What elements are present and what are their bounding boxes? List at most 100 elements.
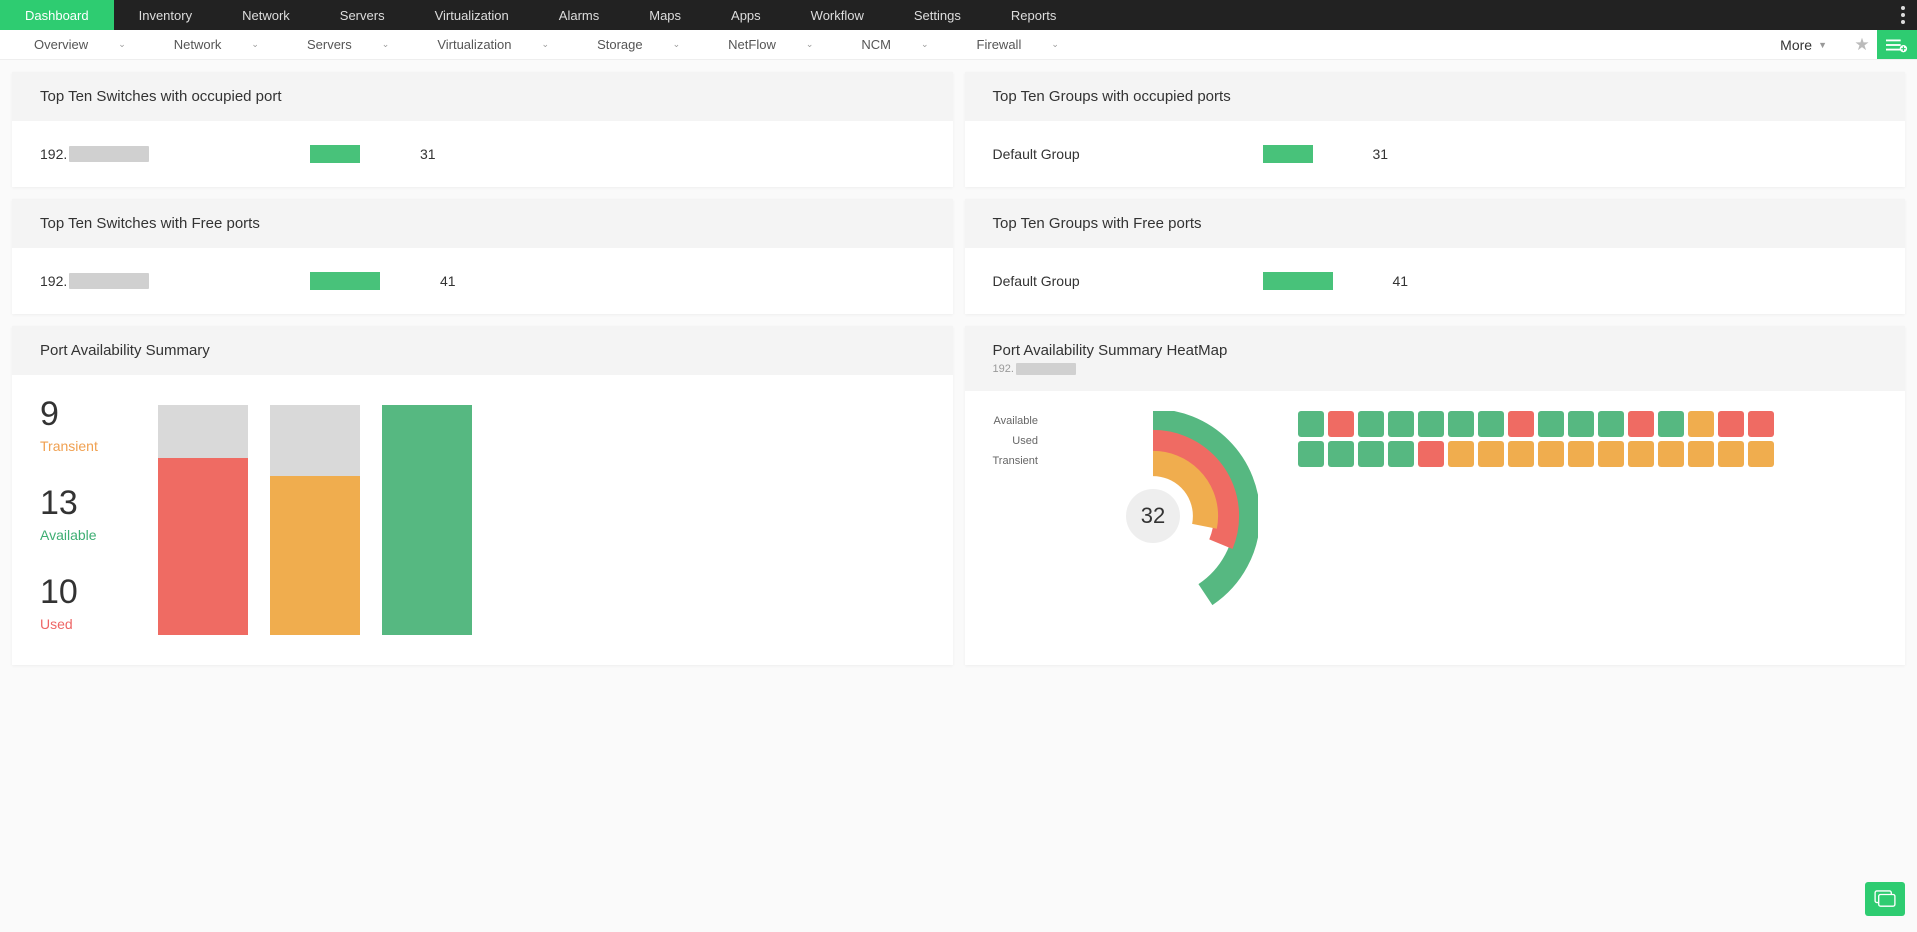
panel-title: Port Availability Summary HeatMap <box>993 342 1228 359</box>
subnav-tab-ncm[interactable]: NCM⌄ <box>837 30 952 59</box>
kebab-menu-icon[interactable] <box>1889 0 1917 30</box>
port-summary-bar-chart <box>158 405 472 635</box>
panel-title: Top Ten Switches with occupied port <box>12 72 953 121</box>
chevron-down-icon: ⌄ <box>382 39 390 50</box>
heatmap-cell[interactable] <box>1298 411 1324 437</box>
subnav-more-label: More <box>1780 37 1812 53</box>
bar-row[interactable]: 192. 41 <box>40 272 925 290</box>
bar-row[interactable]: 192. 31 <box>40 145 925 163</box>
panel-title: Top Ten Groups with Free ports <box>965 199 1906 248</box>
heatmap-cell[interactable] <box>1538 411 1564 437</box>
panel-switches-free: Top Ten Switches with Free ports 192. 41 <box>12 199 953 314</box>
row-value: 41 <box>440 273 456 289</box>
top-nav: DashboardInventoryNetworkServersVirtuali… <box>0 0 1917 30</box>
topnav-tab-maps[interactable]: Maps <box>624 0 706 30</box>
port-stats: 9 Transient 13 Available 10 Used <box>40 395 98 632</box>
chevron-down-icon: ⌄ <box>1051 39 1059 50</box>
row-bar <box>310 145 360 163</box>
heatmap-cell[interactable] <box>1478 441 1504 467</box>
heatmap-cell[interactable] <box>1388 411 1414 437</box>
row-bar <box>1263 272 1333 290</box>
topnav-tab-workflow[interactable]: Workflow <box>786 0 889 30</box>
heatmap-cell[interactable] <box>1568 441 1594 467</box>
chevron-down-icon: ⌄ <box>542 39 550 50</box>
row-label: Default Group <box>993 146 1223 162</box>
heatmap-cell[interactable] <box>1628 411 1654 437</box>
heatmap-cell[interactable] <box>1328 441 1354 467</box>
heatmap-cell[interactable] <box>1538 441 1564 467</box>
panel-title: Port Availability Summary <box>12 326 953 375</box>
heatmap-cell[interactable] <box>1478 411 1504 437</box>
heatmap-cell[interactable] <box>1598 411 1624 437</box>
heatmap-cell[interactable] <box>1508 441 1534 467</box>
panel-title: Top Ten Switches with Free ports <box>12 199 953 248</box>
heatmap-cell[interactable] <box>1358 411 1384 437</box>
topnav-tab-inventory[interactable]: Inventory <box>114 0 217 30</box>
redacted-ip <box>1016 363 1076 375</box>
heatmap-cell[interactable] <box>1298 441 1324 467</box>
heatmap-cell[interactable] <box>1688 411 1714 437</box>
heatmap-cell[interactable] <box>1628 441 1654 467</box>
heatmap-cell[interactable] <box>1568 411 1594 437</box>
stat-used[interactable]: 10 Used <box>40 573 98 632</box>
heatmap-cell[interactable] <box>1358 441 1384 467</box>
heatmap-cell[interactable] <box>1748 441 1774 467</box>
bar-row[interactable]: Default Group 41 <box>993 272 1878 290</box>
gauge-total: 32 <box>1126 489 1180 543</box>
row-bar <box>310 272 380 290</box>
heatmap-cell[interactable] <box>1448 441 1474 467</box>
panel-header: Port Availability Summary HeatMap 192. <box>965 326 1906 391</box>
subnav-tab-overview[interactable]: Overview⌄ <box>10 30 150 59</box>
heatmap-cell[interactable] <box>1718 411 1744 437</box>
heatmap-cell[interactable] <box>1688 441 1714 467</box>
chevron-down-icon: ⌄ <box>921 39 929 50</box>
heatmap-cell[interactable] <box>1598 441 1624 467</box>
row-label: Default Group <box>993 273 1223 289</box>
panel-heatmap: Port Availability Summary HeatMap 192. A… <box>965 326 1906 665</box>
topnav-tab-virtualization[interactable]: Virtualization <box>410 0 534 30</box>
legend-used: Used <box>993 435 1038 447</box>
heatmap-cell[interactable] <box>1748 411 1774 437</box>
dashboard-grid: Top Ten Switches with occupied port 192.… <box>0 60 1917 685</box>
panel-title: Top Ten Groups with occupied ports <box>965 72 1906 121</box>
heatmap-cell[interactable] <box>1418 441 1444 467</box>
stat-transient[interactable]: 9 Transient <box>40 395 98 454</box>
heatmap-cell[interactable] <box>1658 411 1684 437</box>
topnav-tab-dashboard[interactable]: Dashboard <box>0 0 114 30</box>
row-value: 31 <box>420 146 436 162</box>
panel-groups-occupied: Top Ten Groups with occupied ports Defau… <box>965 72 1906 187</box>
topnav-tab-apps[interactable]: Apps <box>706 0 786 30</box>
topnav-tab-servers[interactable]: Servers <box>315 0 410 30</box>
topnav-tab-settings[interactable]: Settings <box>889 0 986 30</box>
stat-available[interactable]: 13 Available <box>40 484 98 543</box>
subnav-tab-virtualization[interactable]: Virtualization⌄ <box>413 30 573 59</box>
bar-row[interactable]: Default Group 31 <box>993 145 1878 163</box>
topnav-tab-reports[interactable]: Reports <box>986 0 1082 30</box>
heatmap-cell[interactable] <box>1328 411 1354 437</box>
heatmap-sub-label: 192. <box>993 363 1014 375</box>
subnav-tab-network[interactable]: Network⌄ <box>150 30 283 59</box>
favorite-star-icon[interactable]: ★ <box>1847 35 1877 55</box>
row-bar <box>1263 145 1313 163</box>
heatmap-cell[interactable] <box>1448 411 1474 437</box>
redacted-ip <box>69 273 149 289</box>
panel-groups-free: Top Ten Groups with Free ports Default G… <box>965 199 1906 314</box>
subnav-tab-storage[interactable]: Storage⌄ <box>573 30 704 59</box>
topnav-tab-alarms[interactable]: Alarms <box>534 0 624 30</box>
subnav-tab-servers[interactable]: Servers⌄ <box>283 30 413 59</box>
chat-float-button[interactable] <box>1865 882 1905 916</box>
gauge-legend: Available Used Transient <box>993 415 1038 467</box>
row-value: 31 <box>1373 146 1389 162</box>
subnav-more[interactable]: More ▼ <box>1780 37 1827 53</box>
subnav-tab-netflow[interactable]: NetFlow⌄ <box>704 30 837 59</box>
topnav-tab-network[interactable]: Network <box>217 0 315 30</box>
heatmap-cell[interactable] <box>1718 441 1744 467</box>
heatmap-cell[interactable] <box>1388 441 1414 467</box>
legend-transient: Transient <box>993 455 1038 467</box>
heatmap-cell[interactable] <box>1508 411 1534 437</box>
heatmap-grid <box>1298 411 1774 467</box>
add-widget-button[interactable] <box>1877 30 1917 59</box>
heatmap-cell[interactable] <box>1418 411 1444 437</box>
subnav-tab-firewall[interactable]: Firewall⌄ <box>953 30 1083 59</box>
heatmap-cell[interactable] <box>1658 441 1684 467</box>
